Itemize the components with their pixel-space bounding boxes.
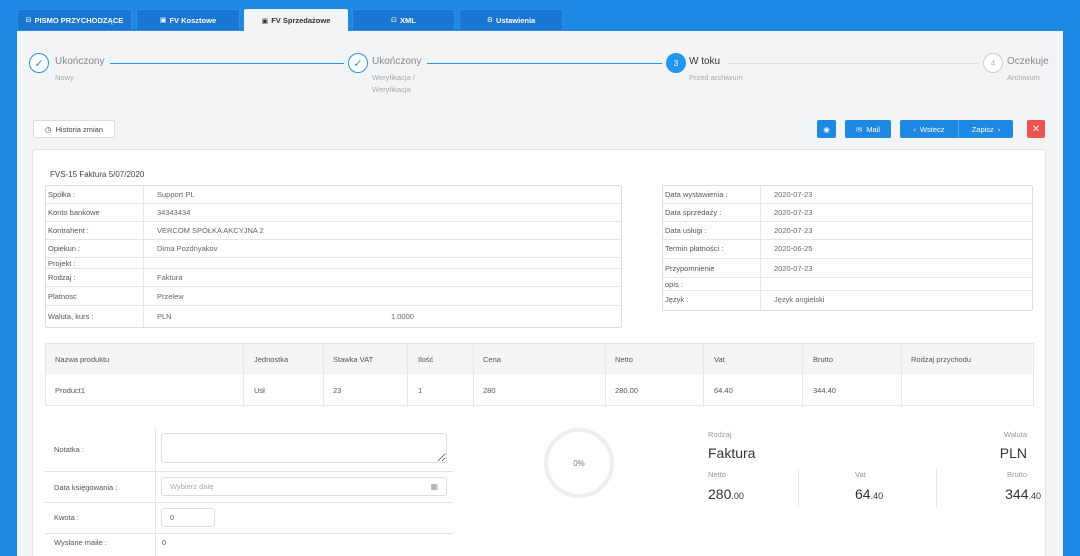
detail-row: Rodzaj : Faktura bbox=[46, 269, 621, 287]
tab-sales-invoices[interactable]: ▣ FV Sprzedażowe bbox=[244, 9, 348, 32]
step-connector bbox=[110, 63, 344, 64]
step-1-sub: Nowy bbox=[55, 73, 74, 82]
history-button[interactable]: ◷ Historia zmian bbox=[33, 120, 115, 138]
column-header: Rodzaj przychodu bbox=[911, 355, 972, 364]
vat-label: Vat bbox=[855, 470, 866, 479]
detail-row: Data wystawienia :2020-07-23 bbox=[663, 186, 1032, 204]
step-3-sub: Przed archiwum bbox=[689, 73, 743, 82]
step-4-number: 4 bbox=[983, 53, 1003, 73]
clock-icon: ◷ bbox=[44, 124, 52, 134]
detail-row: Termin płatności :2020-06-25 bbox=[663, 240, 1032, 259]
note-label: Notatka : bbox=[54, 445, 85, 454]
detail-row: Waluta, kurs : PLN 1.0000 bbox=[48, 312, 414, 321]
detail-row: Konto bankowe 34343434 bbox=[46, 204, 621, 222]
net-label: Netto bbox=[708, 470, 726, 479]
eye-icon: ◉ bbox=[823, 124, 830, 134]
step-3-title: W toku bbox=[689, 56, 721, 67]
type-label: Rodzaj bbox=[708, 430, 732, 439]
step-2-sub2: Weryfikacja bbox=[372, 85, 411, 94]
detail-row: Data sprzedaży :2020-07-23 bbox=[663, 204, 1032, 222]
detail-row: Kontrahent : VERCOM SPÓŁKA AKCYJNA 2 bbox=[46, 222, 621, 240]
detail-row: Data usługi :2020-07-23 bbox=[663, 222, 1032, 240]
column-header: Jednostka bbox=[254, 355, 289, 364]
sent-mails-value: 0 bbox=[162, 538, 167, 547]
tab-cost-invoices[interactable]: ▣ FV Kosztowe bbox=[136, 9, 240, 31]
inbox-icon: ⊟ bbox=[25, 17, 32, 24]
step-1-title: Ukończony bbox=[55, 56, 105, 67]
column-header: Netto bbox=[615, 355, 633, 364]
main-panel: ✓ Ukończony Nowy ✓ Ukończony Weryfikacja… bbox=[17, 31, 1063, 556]
close-button[interactable]: ✕ bbox=[1027, 120, 1045, 138]
column-header: Vat bbox=[714, 355, 725, 364]
gross-label: Brutto bbox=[1006, 470, 1027, 479]
step-2-title: Ukończony bbox=[372, 56, 422, 67]
amount-input[interactable]: 0 bbox=[161, 508, 215, 527]
invoice-dates-table: Data wystawienia :2020-07-23 Data sprzed… bbox=[662, 185, 1033, 311]
step-connector bbox=[427, 63, 662, 64]
gross-value: 344.40 bbox=[1005, 486, 1041, 502]
amount-label: Kwota : bbox=[54, 513, 80, 522]
detail-row: Projekt : bbox=[46, 258, 621, 269]
sent-mails-label: Wysłane maile : bbox=[54, 538, 107, 547]
note-textarea[interactable] bbox=[161, 433, 447, 463]
chevron-right-icon: › bbox=[997, 124, 1001, 134]
net-value: 280.00 bbox=[708, 486, 744, 502]
file-icon: ▣ bbox=[261, 17, 269, 25]
invoice-card: FVS-15 Faktura 5/07/2020 Spółka : Support… bbox=[32, 149, 1046, 556]
column-header: Nazwa produktu bbox=[55, 355, 110, 364]
detail-row: Przypomnienie 2020-07-23 bbox=[663, 259, 1032, 278]
mail-button[interactable]: ✉ Mail bbox=[845, 120, 891, 138]
step-4-sub: Archiwum bbox=[1007, 73, 1040, 82]
products-header bbox=[46, 344, 1033, 374]
column-header: Ilość bbox=[418, 355, 434, 364]
progress-steps: ✓ Ukończony Nowy ✓ Ukończony Weryfikacja… bbox=[17, 31, 1063, 111]
column-header: Stawka VAT bbox=[333, 355, 374, 364]
save-button[interactable]: Zapisz › bbox=[958, 120, 1013, 138]
tab-settings[interactable]: ⚙ Ustawienia bbox=[459, 9, 563, 31]
currency-value: PLN bbox=[999, 445, 1027, 461]
column-header: Cena bbox=[483, 355, 501, 364]
preview-button[interactable]: ◉ bbox=[817, 120, 836, 138]
calendar-icon: ▦ bbox=[430, 482, 438, 491]
chevron-left-icon: ‹ bbox=[913, 124, 916, 134]
file-icon: ▣ bbox=[159, 17, 167, 24]
code-icon: ⊡ bbox=[391, 17, 398, 24]
back-button[interactable]: ‹ Wstecz bbox=[900, 120, 958, 138]
type-value: Faktura bbox=[708, 445, 756, 461]
completion-gauge: 0% bbox=[544, 428, 614, 498]
step-2-sub: Weryfikacja / bbox=[372, 73, 415, 82]
invoice-title: FVS-15 Faktura 5/07/2020 bbox=[50, 170, 145, 179]
invoice-details-table: Spółka : Support PL Konto bankowe 34343434… bbox=[45, 185, 622, 328]
detail-row: Opiekun : Dima Pozdnyakov bbox=[46, 240, 621, 258]
step-2-check-icon: ✓ bbox=[348, 53, 368, 73]
booking-date-input[interactable]: Wybierz datę ▦ bbox=[161, 477, 447, 496]
booking-date-label: Data księgowania : bbox=[54, 483, 118, 492]
products-table: Nazwa produktu Jednostka Stawka VAT Iloś… bbox=[45, 343, 1034, 407]
step-connector bbox=[728, 63, 979, 64]
gear-icon: ⚙ bbox=[486, 17, 494, 24]
tab-xml[interactable]: ⊡ XML bbox=[352, 9, 455, 31]
mail-icon: ✉ bbox=[855, 124, 863, 134]
detail-row: Język : Język angielski bbox=[665, 295, 825, 304]
step-1-check-icon: ✓ bbox=[29, 53, 49, 73]
detail-row: Spółka : Support PL bbox=[46, 186, 621, 204]
vat-value: 64.40 bbox=[855, 486, 884, 502]
tab-incoming-letter[interactable]: ⊟ PISMO PRZYCHODZĄCE bbox=[17, 9, 132, 31]
detail-row: Platnosc Przelew bbox=[46, 287, 621, 306]
close-icon: ✕ bbox=[1031, 123, 1041, 135]
step-3-number: 3 bbox=[666, 53, 686, 73]
detail-row: opis : bbox=[663, 278, 1032, 291]
column-header: Brutto bbox=[813, 355, 834, 364]
step-4-title: Oczekuje bbox=[1007, 56, 1049, 67]
currency-label: Waluta bbox=[1003, 430, 1027, 439]
